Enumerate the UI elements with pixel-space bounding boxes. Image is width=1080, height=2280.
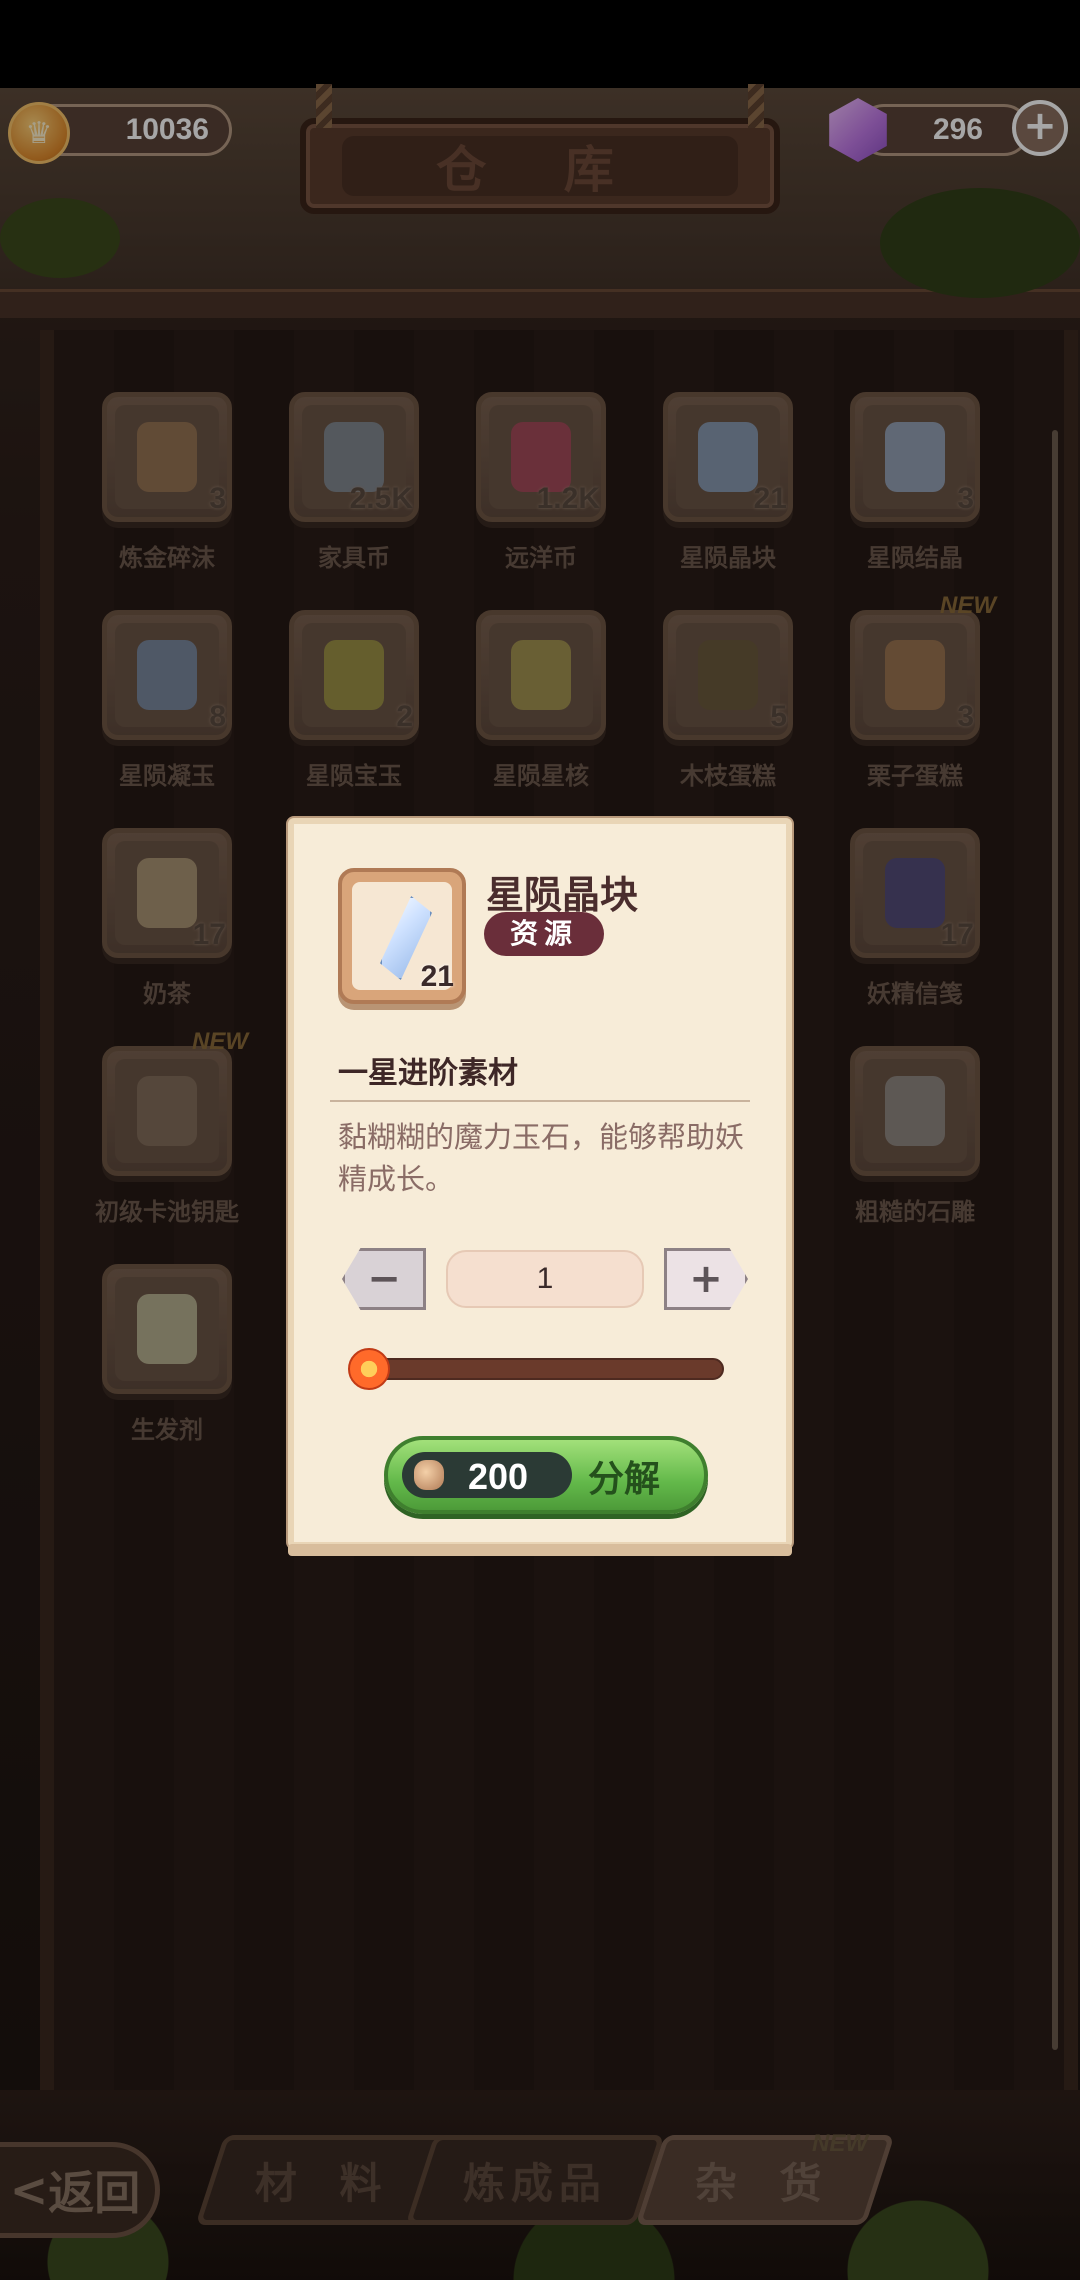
item-subtitle: 一星进阶素材 xyxy=(338,1056,518,1091)
plus-icon: + xyxy=(689,1256,723,1302)
item-description: 黏糊糊的魔力玉石，能够帮助妖精成长。 xyxy=(338,1120,745,1196)
flower-slider-handle-icon[interactable] xyxy=(348,1348,390,1390)
quantity-field[interactable]: 1 xyxy=(446,1250,644,1308)
decompose-label: 分解 xyxy=(588,1459,661,1500)
divider xyxy=(330,1100,750,1102)
item-detail-icon-frame: 21 xyxy=(338,868,466,1004)
item-name: 星陨晶块 xyxy=(486,873,639,917)
item-detail-dialog: 21 星陨晶块 资源 一星进阶素材 黏糊糊的魔力玉石，能够帮助妖精成长。 − 1… xyxy=(288,818,792,1556)
decompose-button[interactable]: 200 分解 xyxy=(384,1436,708,1514)
minus-icon: − xyxy=(367,1256,401,1302)
alchemy-dust-icon xyxy=(414,1460,444,1490)
cost-value: 200 xyxy=(468,1456,529,1497)
decrease-quantity-button[interactable]: − xyxy=(342,1248,426,1310)
quantity-slider[interactable] xyxy=(364,1358,724,1380)
cost-pill: 200 xyxy=(402,1452,572,1498)
item-detail-count: 21 xyxy=(420,960,454,993)
item-type-badge: 资源 xyxy=(484,912,604,956)
increase-quantity-button[interactable]: + xyxy=(664,1248,748,1310)
